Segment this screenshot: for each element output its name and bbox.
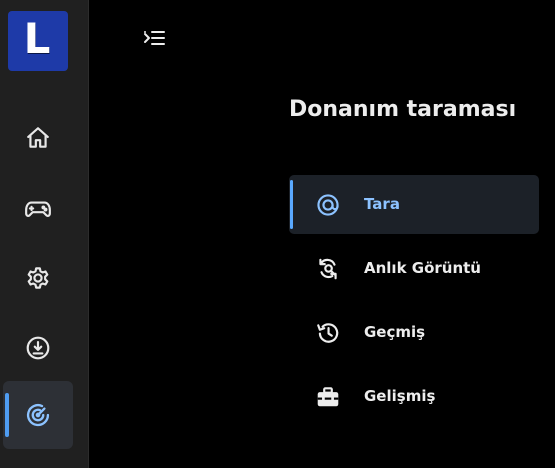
rail-downloads-button[interactable] (3, 314, 73, 382)
nav-label-advanced: Gelişmiş (364, 387, 436, 405)
nav-label-history: Geçmiş (364, 323, 426, 341)
rail-games-button[interactable] (3, 175, 73, 243)
home-icon (25, 125, 51, 151)
radar-icon (24, 401, 52, 429)
rail-home-button[interactable] (3, 104, 73, 172)
snapshot-refresh-icon (315, 256, 341, 282)
collapse-menu-button[interactable] (140, 28, 168, 54)
rail-settings-button[interactable] (3, 244, 73, 312)
logo-letter: L (23, 14, 51, 63)
nav-item-scan[interactable]: Tara (289, 175, 539, 234)
history-icon (315, 320, 341, 346)
page-title: Donanım taraması (289, 97, 517, 122)
collapse-menu-icon (142, 29, 166, 53)
nav-item-snapshot[interactable]: Anlık Görüntü (289, 239, 539, 298)
nav-item-advanced[interactable]: Gelişmiş (289, 367, 539, 426)
gamepad-icon (24, 196, 52, 222)
nav-item-history[interactable]: Geçmiş (289, 303, 539, 362)
rail-hardware-scan-button[interactable] (3, 381, 73, 449)
app-window: L L Donanım taraması Tara Anlık Görüntü … (0, 0, 555, 468)
toolbox-icon (315, 384, 341, 410)
side-rail: L L (0, 0, 89, 468)
nav-label-snapshot: Anlık Görüntü (364, 259, 481, 277)
scan-target-icon (315, 192, 341, 218)
hardware-scan-nav: Tara Anlık Görüntü Geçmiş Gelişmiş (289, 175, 539, 431)
app-logo[interactable]: L L (8, 11, 68, 71)
nav-label-scan: Tara (364, 195, 400, 213)
gear-icon (25, 265, 51, 291)
download-icon (25, 335, 51, 361)
